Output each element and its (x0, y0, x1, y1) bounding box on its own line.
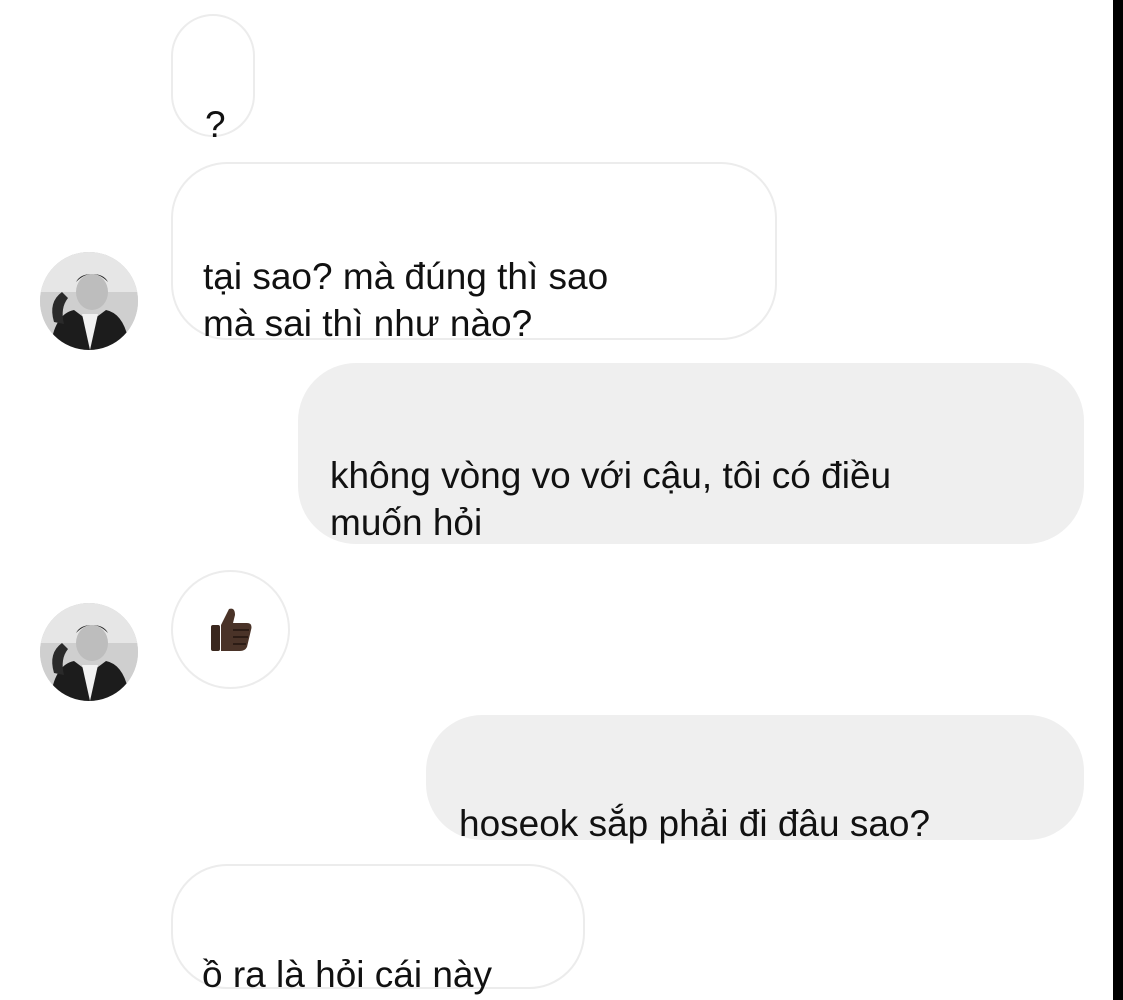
right-edge-bar (1113, 0, 1123, 1000)
avatar[interactable] (40, 603, 138, 701)
incoming-message-bubble[interactable]: ồ ra là hỏi cái này (171, 864, 585, 995)
incoming-message-bubble[interactable]: ? (171, 14, 255, 145)
profile-photo (40, 603, 138, 701)
message-text: hoseok sắp phải đi đâu sao? (459, 803, 931, 844)
incoming-message-bubble[interactable]: tại sao? mà đúng thì sao mà sai thì như … (171, 162, 777, 344)
message-text: ? (205, 104, 226, 145)
chat-screen: ? tại sao? mà đúng thì sao mà sai thì nh… (0, 0, 1123, 1000)
outgoing-message-bubble[interactable]: hoseok sắp phải đi đâu sao? (426, 715, 1084, 844)
thumbs-up-icon (211, 608, 252, 651)
message-text: ồ ra là hỏi cái này (202, 954, 493, 995)
incoming-reaction-bubble[interactable] (171, 570, 290, 689)
profile-photo (40, 252, 138, 350)
message-text: tại sao? mà đúng thì sao mà sai thì như … (203, 256, 609, 344)
outgoing-message-bubble[interactable]: không vòng vo với cậu, tôi có điều muốn … (298, 363, 1084, 544)
avatar[interactable] (40, 252, 138, 350)
message-text: không vòng vo với cậu, tôi có điều muốn … (330, 455, 892, 543)
